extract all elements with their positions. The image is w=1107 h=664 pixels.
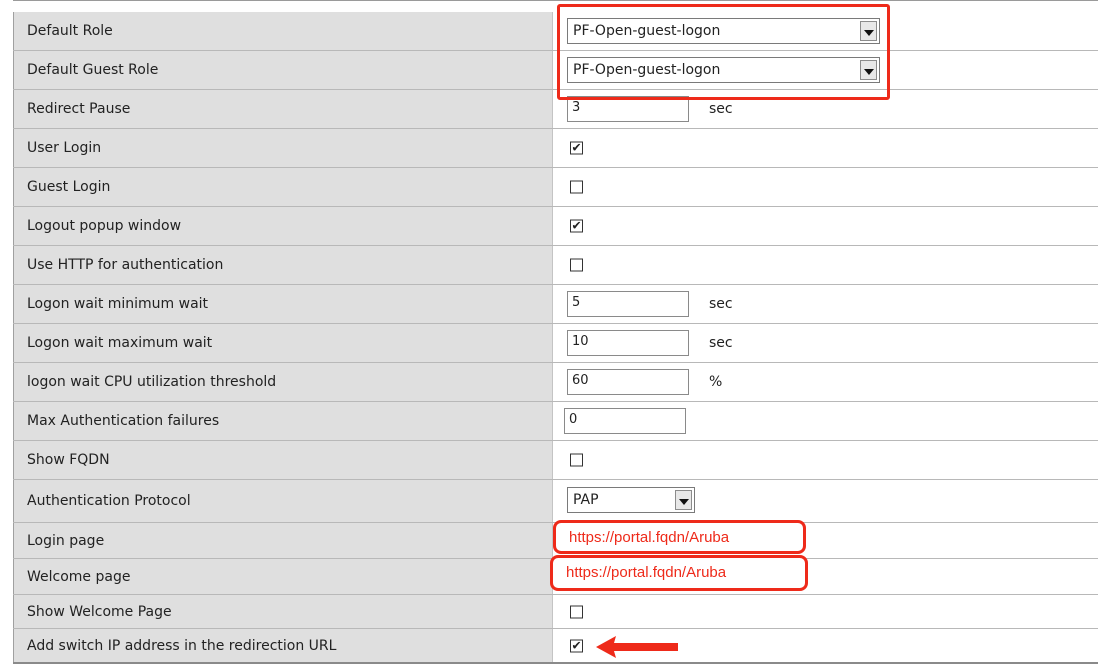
auth-protocol-value: PAP	[573, 492, 599, 508]
redirect-pause-unit: sec	[709, 101, 733, 117]
value-cell: 10 sec	[553, 324, 1098, 362]
logon-wait-max-label: Logon wait maximum wait	[27, 335, 213, 351]
show-welcome-page-checkbox[interactable]	[570, 605, 583, 618]
row-guest-login: Guest Login	[13, 168, 1098, 207]
show-fqdn-label: Show FQDN	[27, 452, 110, 468]
value-cell: PAP	[553, 480, 1098, 522]
row-max-auth-failures: Max Authentication failures 0	[13, 402, 1098, 441]
row-default-role: Default Role PF-Open-guest-logon	[13, 12, 1098, 51]
welcome-page-url-box[interactable]: https://portal.fqdn/Aruba	[550, 555, 808, 591]
label-cell: Use HTTP for authentication	[13, 246, 553, 284]
row-auth-protocol: Authentication Protocol PAP	[13, 480, 1098, 523]
row-logon-wait-max: Logon wait maximum wait 10 sec	[13, 324, 1098, 363]
label-cell: Login page	[13, 523, 553, 558]
cpu-threshold-unit: %	[709, 374, 723, 390]
label-cell: Redirect Pause	[13, 90, 553, 128]
row-logon-wait-min: Logon wait minimum wait 5 sec	[13, 285, 1098, 324]
guest-login-checkbox[interactable]	[570, 180, 583, 194]
cpu-threshold-input[interactable]: 60	[567, 369, 689, 395]
label-cell: Guest Login	[13, 168, 553, 206]
login-page-label: Login page	[27, 532, 105, 549]
label-cell: Max Authentication failures	[13, 402, 553, 440]
value-cell: ✔	[553, 207, 1098, 245]
value-cell: 5 sec	[553, 285, 1098, 323]
auth-protocol-select[interactable]: PAP	[567, 487, 695, 513]
label-cell: Show Welcome Page	[13, 595, 553, 628]
guest-login-label: Guest Login	[27, 179, 111, 195]
max-auth-failures-input[interactable]: 0	[564, 408, 686, 434]
user-login-checkbox[interactable]: ✔	[570, 141, 583, 155]
add-switch-ip-checkbox[interactable]: ✔	[570, 639, 583, 652]
label-cell: Default Role	[13, 12, 553, 50]
value-cell: 0	[553, 402, 1098, 440]
row-cpu-threshold: logon wait CPU utilization threshold 60 …	[13, 363, 1098, 402]
row-user-login: User Login ✔	[13, 129, 1098, 168]
value-cell	[553, 441, 1098, 479]
label-cell: logon wait CPU utilization threshold	[13, 363, 553, 401]
label-cell: Default Guest Role	[13, 51, 553, 89]
value-cell: ✔	[553, 129, 1098, 167]
row-add-switch-ip: Add switch IP address in the redirection…	[13, 629, 1098, 664]
label-cell: Welcome page	[13, 559, 553, 594]
value-cell	[553, 595, 1098, 628]
default-role-label: Default Role	[27, 23, 113, 39]
logon-wait-max-input[interactable]: 10	[567, 330, 689, 356]
row-redirect-pause: Redirect Pause 3 sec	[13, 90, 1098, 129]
use-http-checkbox[interactable]	[570, 258, 583, 272]
welcome-page-url: https://portal.fqdn/Aruba	[566, 564, 727, 581]
row-logout-popup: Logout popup window ✔	[13, 207, 1098, 246]
row-show-fqdn: Show FQDN	[13, 441, 1098, 480]
login-page-url-box[interactable]: https://portal.fqdn/Aruba	[553, 520, 806, 554]
welcome-page-label: Welcome page	[27, 568, 131, 585]
label-cell: User Login	[13, 129, 553, 167]
logon-wait-min-input[interactable]: 5	[567, 291, 689, 317]
logout-popup-checkbox[interactable]: ✔	[570, 219, 583, 233]
redirect-pause-label: Redirect Pause	[27, 101, 131, 117]
cpu-threshold-label: logon wait CPU utilization threshold	[27, 374, 277, 390]
row-use-http: Use HTTP for authentication	[13, 246, 1098, 285]
label-cell: Logout popup window	[13, 207, 553, 245]
auth-protocol-label: Authentication Protocol	[27, 493, 191, 509]
value-cell	[553, 246, 1098, 284]
red-arrow-left-icon	[596, 636, 678, 658]
login-page-url: https://portal.fqdn/Aruba	[569, 529, 730, 546]
logon-wait-min-unit: sec	[709, 296, 733, 312]
value-cell	[553, 168, 1098, 206]
use-http-label: Use HTTP for authentication	[27, 257, 224, 273]
label-cell: Authentication Protocol	[13, 480, 553, 522]
show-fqdn-checkbox[interactable]	[570, 453, 583, 467]
show-welcome-page-label: Show Welcome Page	[27, 603, 172, 620]
label-cell: Logon wait minimum wait	[13, 285, 553, 323]
logon-wait-max-unit: sec	[709, 335, 733, 351]
value-cell: 60 %	[553, 363, 1098, 401]
label-cell: Logon wait maximum wait	[13, 324, 553, 362]
row-default-guest-role: Default Guest Role PF-Open-guest-logon	[13, 51, 1098, 90]
logout-popup-label: Logout popup window	[27, 218, 182, 234]
max-auth-failures-label: Max Authentication failures	[27, 413, 220, 429]
captive-portal-settings-table: Default Role PF-Open-guest-logon Default…	[0, 0, 1107, 664]
add-switch-ip-label: Add switch IP address in the redirection…	[27, 637, 337, 654]
label-cell: Show FQDN	[13, 441, 553, 479]
user-login-label: User Login	[27, 140, 102, 156]
logon-wait-min-label: Logon wait minimum wait	[27, 296, 209, 312]
label-cell: Add switch IP address in the redirection…	[13, 629, 553, 662]
default-guest-role-label: Default Guest Role	[27, 62, 159, 78]
chevron-down-icon[interactable]	[675, 490, 692, 510]
row-show-welcome-page: Show Welcome Page	[13, 595, 1098, 629]
highlight-box-roles	[557, 4, 890, 100]
table-top-border	[13, 0, 1098, 1]
